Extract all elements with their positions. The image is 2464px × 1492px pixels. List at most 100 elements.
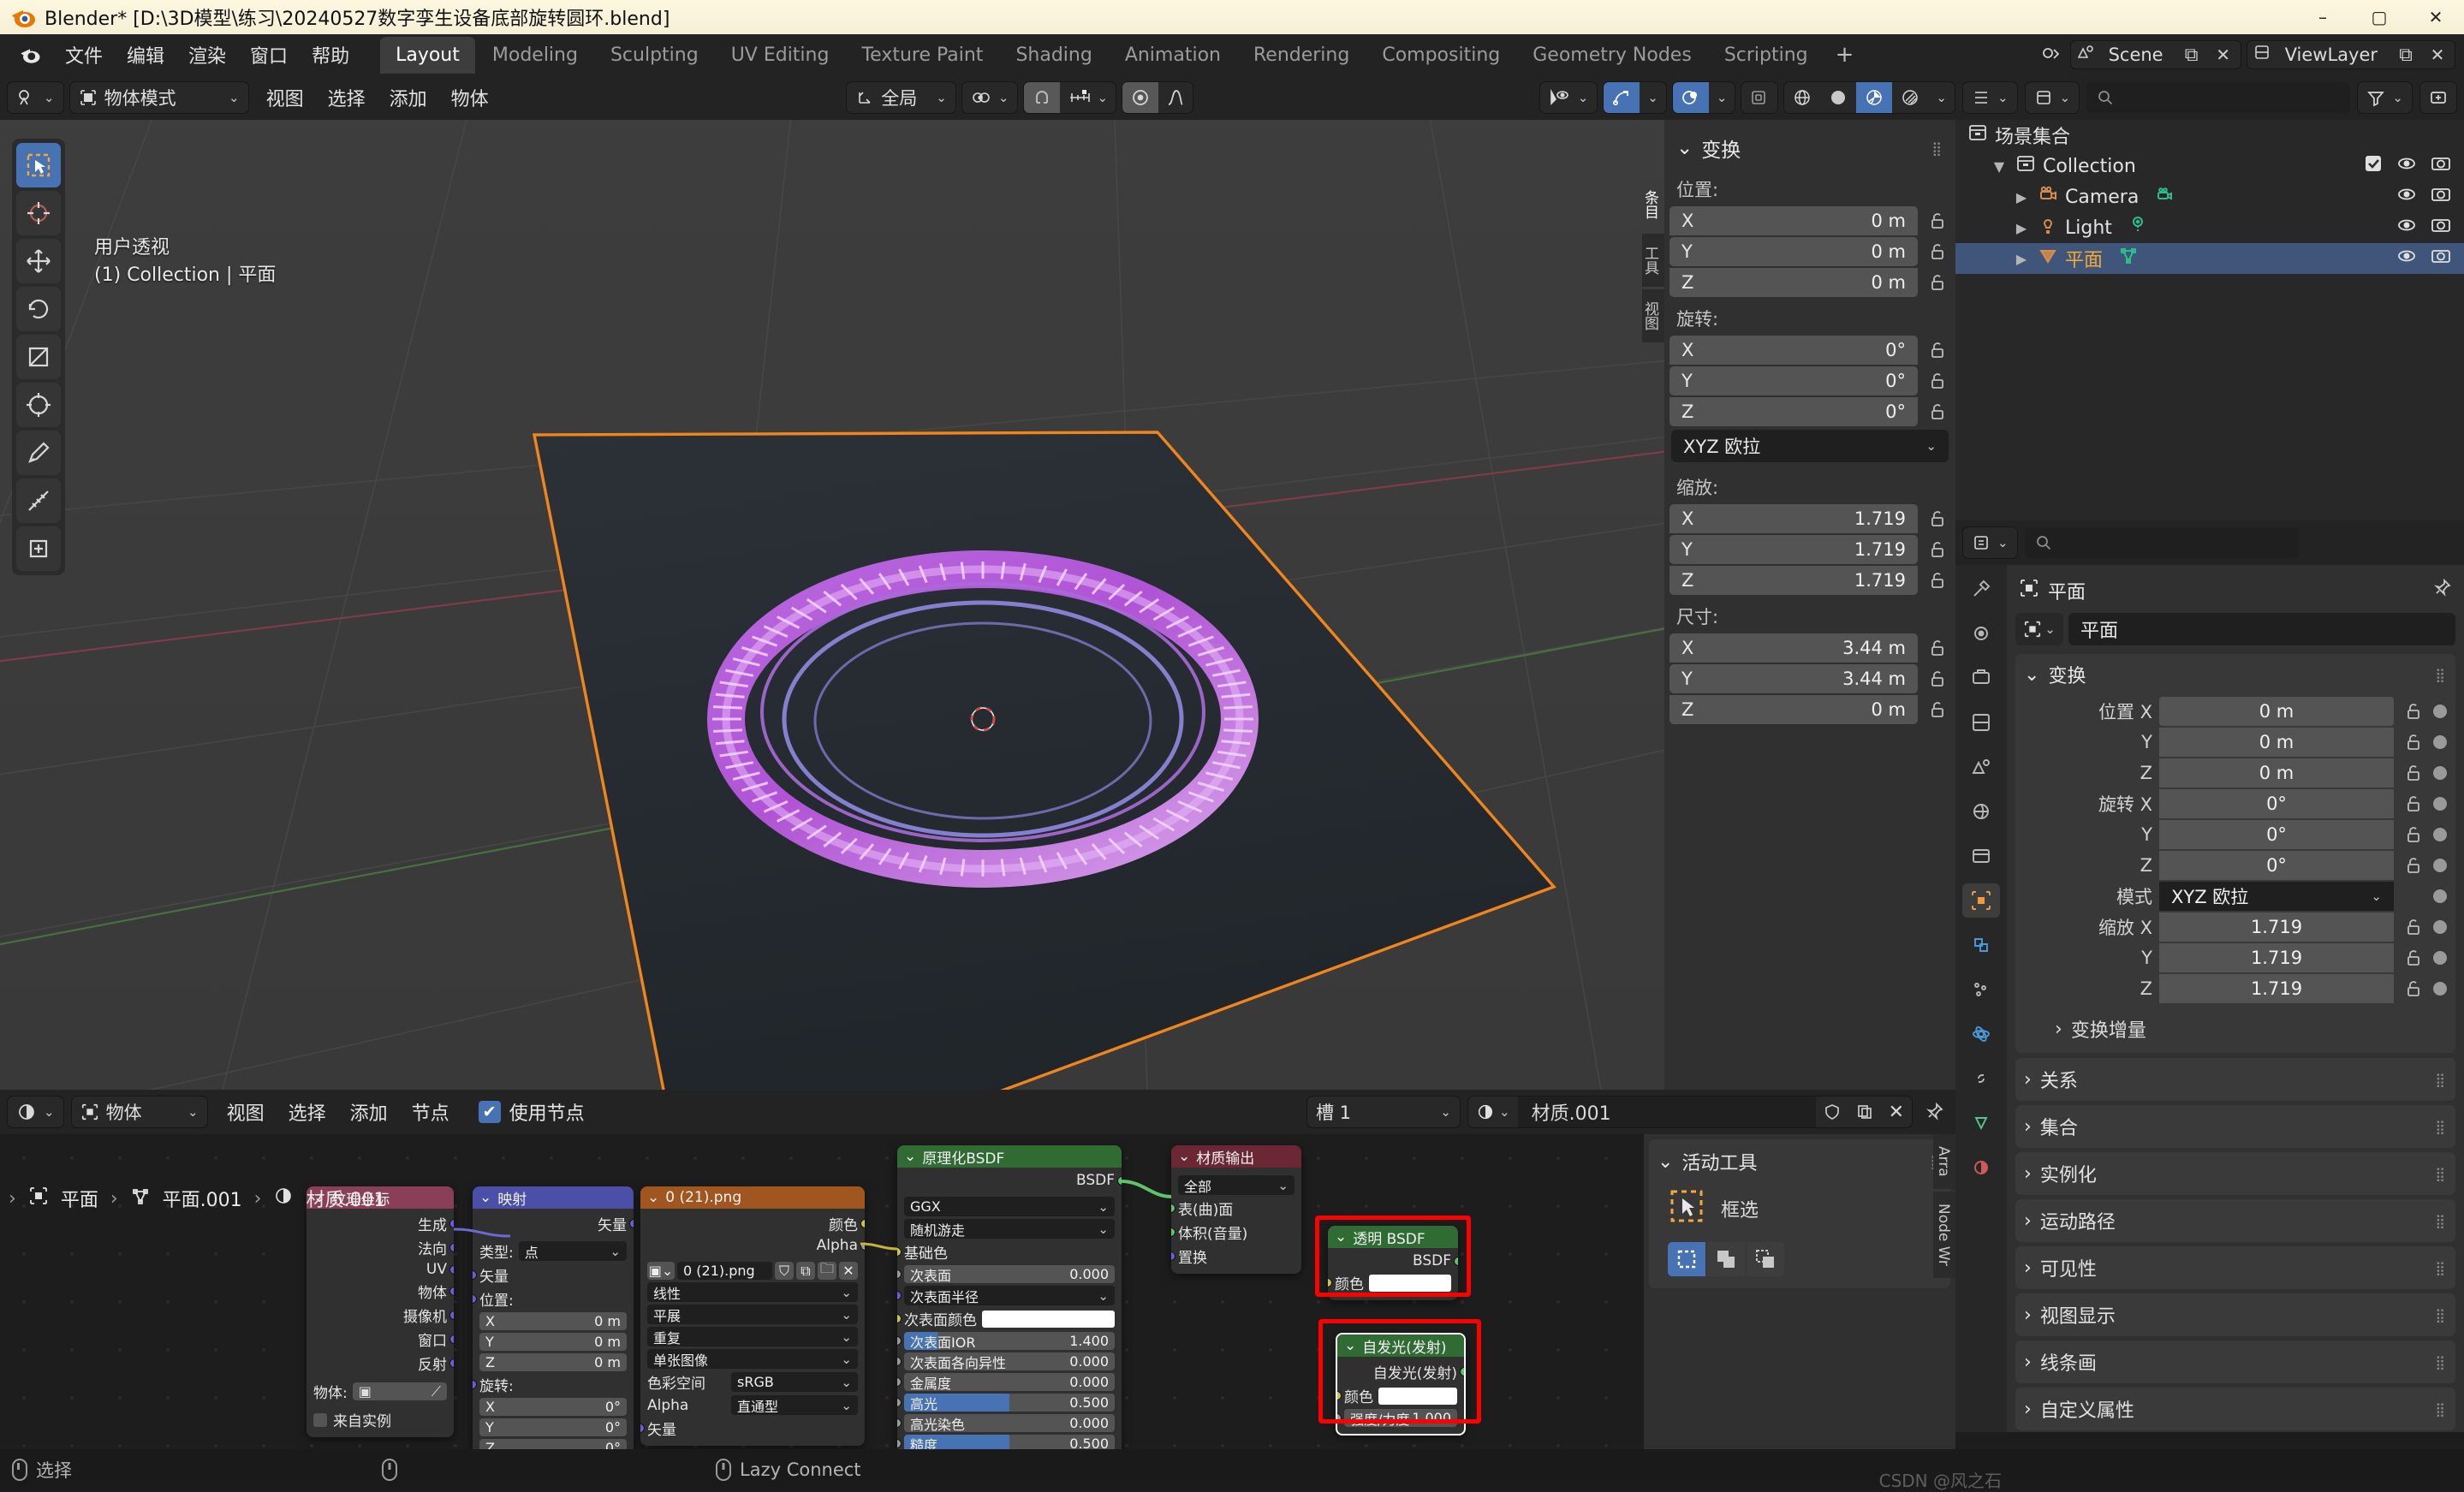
animate-property-icon[interactable] (2433, 735, 2447, 749)
hide-in-viewport-icon[interactable] (2396, 214, 2418, 241)
collection-checkbox[interactable] (2363, 153, 2384, 179)
node-mapping[interactable]: ⌄映射矢量类型:点⌄矢量位置:X0 mY0 mZ0 m旋转:X0°Y0°Z0°缩… (473, 1186, 634, 1449)
tweak-select-box-tool[interactable] (16, 143, 61, 187)
move-tool[interactable] (16, 239, 61, 283)
lock-icon[interactable] (2401, 914, 2426, 940)
transform-panel-header[interactable]: ⌄ 变换 ⣿ (2024, 661, 2447, 688)
falloff-curve-icon[interactable] (1158, 82, 1193, 113)
hide-in-viewport-icon[interactable] (2396, 245, 2418, 272)
socket-icon[interactable] (860, 1219, 865, 1228)
3d-viewport[interactable]: ⌄ 物体模式 ⌄ 视图 选择 添加 物体 全局 ⌄ ⌄ ⌄ ⌄ ⌄ ⌄ ⌄ 用户… (0, 75, 1955, 1090)
viewport-menu-3[interactable]: 物体 (439, 79, 501, 116)
grip-dots-icon[interactable]: ⣿ (2435, 1307, 2447, 1323)
shader-menu-2[interactable]: 添加 (338, 1093, 400, 1131)
type-row[interactable]: 类型: 点 ⌄ (479, 1240, 627, 1262)
grip-dots-icon[interactable]: ⣿ (2435, 1401, 2447, 1418)
node-principled-bsdf[interactable]: ⌄ 原理化BSDF BSDF GGX ⌄ 随机游走 ⌄ 基础色 次表面 0.000 次表面半径 ⌄ 次表… (897, 1145, 1122, 1449)
material-name-value[interactable]: 材质.001 (1517, 1097, 1816, 1127)
workspace-tab-geometry-nodes[interactable]: Geometry Nodes (1517, 37, 1707, 74)
property-value-field[interactable]: 1.719 (2159, 974, 2394, 1003)
param-num-row[interactable]: 次表面各向异性 0.000 (897, 1352, 1115, 1371)
fake-user-icon[interactable] (1816, 1097, 1848, 1127)
animate-property-icon[interactable] (2433, 920, 2447, 934)
lock-icon[interactable] (1925, 697, 1950, 722)
lock-icon[interactable] (1925, 239, 1950, 265)
alpha-dropdown[interactable]: 直通型 ⌄ (731, 1395, 858, 1415)
properties-panel-4[interactable]: › 可见性 ⣿ (2015, 1246, 2455, 1289)
properties-object-tab[interactable] (1962, 883, 2000, 918)
scale-tool[interactable] (16, 335, 61, 379)
n-panel-tabs[interactable]: 条目 工具 视图 (1641, 178, 1664, 342)
top-menu-3[interactable]: 窗口 (238, 36, 300, 74)
param-slider[interactable]: 糙度 0.500 (904, 1435, 1115, 1449)
property-value-field[interactable]: 1.719 (2159, 912, 2394, 942)
lock-icon[interactable] (1925, 666, 1950, 692)
box-select-tool-icon[interactable] (1668, 1187, 1705, 1230)
node-output-socket-row[interactable]: 反射 (313, 1352, 454, 1374)
bsdf-output-row[interactable]: BSDF (904, 1172, 1122, 1189)
socket-icon[interactable] (449, 1219, 454, 1228)
outliner-row[interactable]: ▶ Camera (1955, 181, 2464, 212)
animate-property-icon[interactable] (2433, 889, 2447, 903)
window-settings-icon[interactable] (2036, 40, 2065, 69)
proportional-edit-group[interactable] (1122, 81, 1194, 114)
lock-icon[interactable] (1925, 208, 1950, 234)
param-number[interactable]: 高光染色 0.000 (904, 1414, 1115, 1433)
object-field-row[interactable]: 物体: ▣ ⟋ (313, 1381, 447, 1402)
dimensions-x-field[interactable]: X 3.44 m (1669, 633, 1918, 663)
shader-sidebar-tab-0[interactable]: Arra (1933, 1134, 1955, 1189)
workspace-tab-animation[interactable]: Animation (1110, 37, 1236, 74)
param-dropdown-row[interactable]: 次表面半径 ⌄ (897, 1286, 1115, 1305)
open-image-icon[interactable]: 🗀 (818, 1260, 836, 1280)
param-num-row[interactable]: 高光染色 0.000 (897, 1414, 1115, 1433)
properties-world-tab[interactable] (1962, 794, 2000, 829)
grip-dots-icon[interactable]: ⣿ (2435, 1072, 2447, 1088)
param-num-row[interactable]: 金属度 0.000 (897, 1373, 1115, 1392)
hide-in-viewport-icon[interactable] (2396, 152, 2418, 180)
socket-icon[interactable] (449, 1264, 454, 1275)
material-preview-shading-icon[interactable] (1856, 82, 1893, 113)
new-viewlayer-icon[interactable]: ⧉ (2391, 40, 2420, 69)
node-tex-coord[interactable]: ⌄ 纹理坐标 生成 法向 UV 物体 摄像机 窗口 反射 物体: ▣ ⟋ 来自实例 (307, 1186, 454, 1437)
properties-tool-tab[interactable] (1962, 572, 2000, 606)
node-image-texture[interactable]: ⌄ 0 (21).png 颜色 Alpha ▣⌄ 0 (21).png ⛉ ⧉ 🗀 ✕ 线性 ⌄ 平展 ⌄… (640, 1186, 865, 1446)
rotation-row[interactable]: 旋转: (473, 1374, 627, 1395)
extension-dropdown[interactable]: 重复 ⌄ (647, 1327, 858, 1346)
properties-particles-tab[interactable] (1962, 972, 2000, 1007)
maximize-button[interactable]: ▢ (2351, 0, 2407, 34)
measure-tool[interactable] (16, 479, 61, 523)
viewport-menu-0[interactable]: 视图 (254, 79, 316, 116)
socket-icon[interactable] (897, 1357, 902, 1366)
socket-icon[interactable] (1171, 1251, 1175, 1261)
socket-icon[interactable] (1117, 1175, 1122, 1186)
disable-in-render-icon[interactable] (2430, 183, 2452, 211)
properties-viewlayer-tab[interactable] (1962, 705, 2000, 740)
grip-dots-icon[interactable]: ⣿ (1931, 140, 1943, 157)
lock-icon[interactable] (2401, 976, 2426, 1002)
lock-icon[interactable] (2401, 791, 2426, 817)
viewport-menu-2[interactable]: 添加 (378, 79, 439, 116)
material-slot-selector[interactable]: 槽 1 ⌄ (1306, 1096, 1461, 1128)
properties-data-tab[interactable] (1962, 1106, 2000, 1140)
lock-icon[interactable] (1925, 506, 1950, 532)
pin-icon[interactable] (2431, 578, 2452, 603)
node-output-socket-row[interactable]: 矢量 (479, 1213, 634, 1234)
shader-type-selector[interactable]: 物体 ⌄ (70, 1096, 208, 1128)
disable-in-render-icon[interactable] (2430, 152, 2452, 180)
unlink-image-icon[interactable]: ✕ (839, 1262, 858, 1280)
location-x-field[interactable]: X0 m (1669, 206, 1918, 235)
socket-icon[interactable] (897, 1439, 902, 1448)
param-socket-row[interactable]: 基础色 (897, 1241, 1115, 1263)
outliner-new-collection-button[interactable] (2419, 81, 2457, 114)
viewlayer-selector[interactable]: ViewLayer ⧉ ✕ (2246, 40, 2455, 69)
property-value-field[interactable]: 0 m (2159, 697, 2394, 726)
blender-menu-icon[interactable] (17, 42, 43, 68)
top-menu-4[interactable]: 帮助 (300, 36, 361, 74)
node-output-socket-row[interactable]: 物体 (313, 1281, 454, 1302)
disable-in-render-icon[interactable] (2430, 245, 2452, 272)
top-menu-0[interactable]: 文件 (53, 36, 115, 74)
use-nodes-toggle[interactable]: ✔ 使用节点 (478, 1098, 585, 1126)
minimize-button[interactable]: – (2294, 0, 2351, 34)
lock-icon[interactable] (1925, 568, 1950, 593)
outliner-editor-type-selector[interactable]: ⌄ (1962, 81, 2018, 114)
